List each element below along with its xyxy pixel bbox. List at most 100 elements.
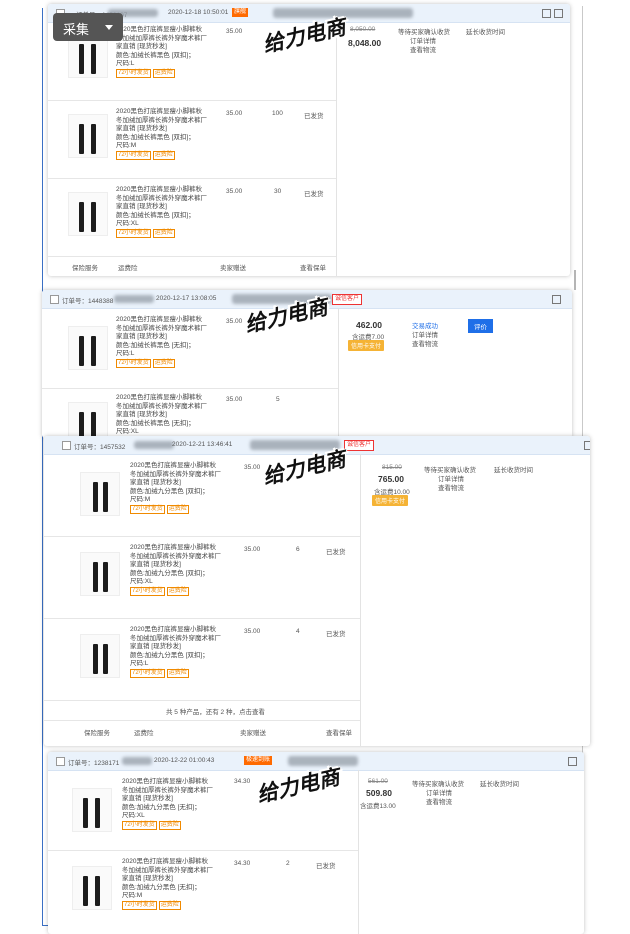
item-price: 35.00 — [226, 188, 243, 195]
tag: 运费险 — [158, 900, 181, 910]
store-badge: 旗舰 — [232, 8, 249, 17]
price-paid: 765.00 — [378, 474, 404, 484]
list-item: 2020黑色打底裤显瘦小脚裤秋 冬加绒加厚裤长裤外穿魔术裤厂 家直销 [现货秒发] 颜… — [48, 100, 336, 179]
extend-receipt-link[interactable]: 延长收货时间 — [480, 778, 519, 788]
extend-receipt-link[interactable]: 延长收货时间 — [494, 464, 533, 474]
item-status: 已发货 — [316, 863, 336, 870]
item-price: 35.00 — [226, 110, 243, 117]
product-image[interactable] — [80, 552, 120, 596]
list-item: 2020黑色打底裤显瘦小脚裤秋 冬加绒加厚裤长裤外穿魔术裤厂 家直销 [现货秒发] 颜… — [48, 178, 336, 257]
tag: 运费险 — [152, 358, 175, 368]
product-image[interactable] — [68, 192, 108, 236]
note-icon[interactable] — [542, 9, 551, 18]
more-products-link[interactable]: 共 5 种产品，还有 2 种，点击查看 — [166, 706, 265, 716]
product-image[interactable] — [68, 114, 108, 158]
product-desc: 2020黑色打底裤显瘦小脚裤秋 冬加绒加厚裤长裤外穿魔术裤厂 家直销 [现货秒发] 颜… — [116, 26, 207, 78]
tag: 72小时发货 — [122, 900, 157, 910]
tag: 72小时发货 — [130, 586, 165, 596]
item-status: 已发货 — [304, 191, 324, 198]
logistics-link[interactable]: 查看物流 — [438, 482, 464, 492]
divider — [360, 454, 361, 746]
tag: 运费险 — [158, 820, 181, 830]
price-original: 561.00 — [368, 778, 388, 785]
product-image[interactable] — [68, 326, 108, 370]
product-desc: 2020黑色打底裤显瘦小脚裤秋 冬加绒加厚裤长裤外穿魔术裤厂 家直销 [现货秒发] 颜… — [130, 626, 221, 678]
freight-insurance-label: 运费险 — [118, 265, 138, 272]
tag: 72小时发货 — [116, 150, 151, 160]
item-qty: 30 — [274, 188, 282, 195]
list-item: 2020黑色打底裤显瘦小脚裤秋 冬加绒加厚裤长裤外穿魔术裤厂 家直销 [现货秒发] 颜… — [44, 618, 360, 701]
order-checkbox[interactable] — [62, 441, 71, 450]
product-desc: 2020黑色打底裤显瘦小脚裤秋 冬加绒加厚裤长裤外穿魔术裤厂 家直销 [现货秒发] 颜… — [116, 186, 207, 238]
product-desc: 2020黑色打底裤显瘦小脚裤秋 冬加绒加厚裤长裤外穿魔术裤厂 家直销 [现货秒发] 颜… — [116, 108, 207, 160]
flag-icon[interactable] — [568, 757, 577, 766]
item-price: 35.00 — [226, 396, 243, 403]
list-item: 2020黑色打底裤显瘦小脚裤秋 冬加绒加厚裤长裤外穿魔术裤厂 家直销 [现货秒发] 颜… — [48, 850, 358, 934]
product-image[interactable] — [80, 472, 120, 516]
item-price: 34.30 — [234, 778, 251, 785]
item-price: 35.00 — [244, 464, 261, 471]
item-price: 34.30 — [234, 860, 251, 867]
redacted-text — [114, 295, 154, 303]
price-paid: 8,048.00 — [348, 38, 382, 48]
flag-icon[interactable] — [554, 9, 563, 18]
item-qty: 6 — [296, 546, 300, 553]
order-time: 2020-12-17 13:08:05 — [156, 295, 217, 302]
item-price: 35.00 — [244, 628, 261, 635]
freight-insurance-label: 运费险 — [134, 730, 154, 737]
collect-label: 采集 — [63, 22, 90, 37]
seller-gift-label: 卖家赠送 — [240, 730, 266, 737]
order-number: 订单号：1457532 — [74, 444, 126, 451]
product-desc: 2020黑色打底裤显瘦小脚裤秋 冬加绒加厚裤长裤外穿魔术裤厂 家直销 [现货秒发] 颜… — [116, 316, 207, 368]
scrollbar[interactable] — [574, 270, 576, 290]
flag-icon[interactable] — [584, 441, 590, 450]
price-paid: 509.80 — [366, 788, 392, 798]
item-price: 35.00 — [226, 28, 243, 35]
logistics-link[interactable]: 查看物流 — [426, 796, 452, 806]
product-image[interactable] — [68, 402, 108, 438]
collect-dropdown-button[interactable]: 采集 — [53, 13, 123, 41]
credit-card-pill: 信用卡支付 — [372, 495, 409, 506]
tag: 72小时发货 — [122, 820, 157, 830]
redacted-text — [122, 757, 152, 765]
product-desc: 2020黑色打底裤显瘦小脚裤秋 冬加绒加厚裤长裤外穿魔术裤厂 家直销 [现货秒发] 颜… — [130, 544, 221, 596]
review-button[interactable]: 评价 — [468, 319, 493, 333]
product-image[interactable] — [80, 634, 120, 678]
more-products-row[interactable]: 共 5 种产品，还有 2 种，点击查看 — [44, 700, 360, 721]
price-paid: 462.00 — [356, 320, 382, 330]
view-policy-link[interactable]: 查看保单 — [300, 262, 326, 272]
order-checkbox[interactable] — [56, 757, 65, 766]
divider — [336, 22, 337, 276]
extend-receipt-link[interactable]: 延长收货时间 — [466, 26, 505, 36]
product-desc: 2020黑色打底裤显瘦小脚裤秋 冬加绒加厚裤长裤外穿魔术裤厂 家直销 [现货秒发] 颜… — [122, 858, 213, 910]
tag: 72小时发货 — [116, 358, 151, 368]
tag: 运费险 — [166, 586, 189, 596]
tag: 运费险 — [152, 68, 175, 78]
item-status: 已发货 — [326, 549, 346, 556]
order-time: 2020-12-22 01:00:43 — [154, 757, 215, 764]
tag: 运费险 — [166, 504, 189, 514]
divider — [358, 770, 359, 934]
view-policy-link[interactable]: 查看保单 — [326, 727, 352, 737]
product-desc: 2020黑色打底裤显瘦小脚裤秋 冬加绒加厚裤长裤外穿魔术裤厂 家直销 [现货秒发] 颜… — [130, 462, 221, 514]
footer-row: 保险服务 运费险 卖家赠送 查看保单 — [48, 258, 336, 274]
logistics-link[interactable]: 查看物流 — [410, 44, 436, 54]
product-image[interactable] — [72, 866, 112, 910]
item-qty: 4 — [296, 628, 300, 635]
flag-icon[interactable] — [552, 295, 561, 304]
list-item: 2020黑色打底裤显瘦小脚裤秋 冬加绒加厚裤长裤外穿魔术裤厂 家直销 [现货秒发] 颜… — [42, 388, 338, 438]
frame-line-left — [42, 8, 43, 926]
order-number: 订单号：1448388 — [62, 298, 114, 305]
order-checkbox[interactable] — [50, 295, 59, 304]
item-price: 35.00 — [244, 546, 261, 553]
credit-badge: 诚信客户 — [332, 294, 363, 305]
item-status: 已发货 — [304, 113, 324, 120]
product-image[interactable] — [72, 788, 112, 832]
product-desc: 2020黑色打底裤显瘦小脚裤秋 冬加绒加厚裤长裤外穿魔术裤厂 家直销 [现货秒发] 颜… — [122, 778, 213, 830]
price-original: 8,050.00 — [350, 26, 376, 33]
divider — [338, 308, 339, 438]
item-qty: 2 — [286, 860, 290, 867]
logistics-link[interactable]: 查看物流 — [412, 338, 438, 348]
insurance-label: 保险服务 — [72, 265, 98, 272]
order-card-3: 订单号：1457532 2020-12-21 13:46:41 诚信客户 202… — [44, 436, 590, 746]
